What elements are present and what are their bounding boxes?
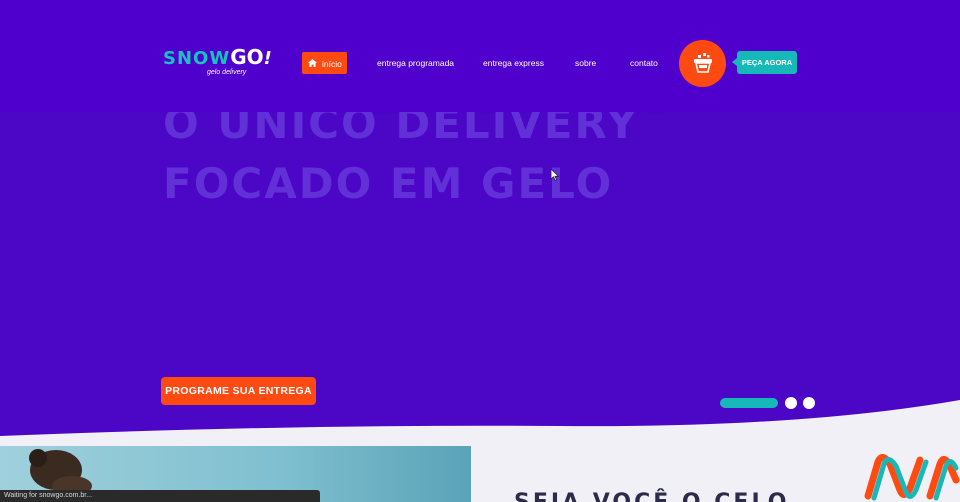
nav-item-sobre[interactable]: sobre	[575, 52, 596, 74]
logo-wordmark: SNOWGO!	[163, 45, 272, 70]
nav-item-entrega-programada[interactable]: entrega programada	[377, 52, 454, 74]
decorative-squiggle	[864, 454, 960, 501]
cart-button[interactable]	[679, 40, 726, 87]
section-title: SEJA VOCÊ O CELO	[514, 490, 789, 502]
order-now-button[interactable]: PEÇA AGORA	[732, 51, 797, 74]
home-icon	[308, 58, 317, 67]
snowgo-logo[interactable]: SNOWGO! gelo delivery	[163, 45, 272, 82]
nav-item-contato[interactable]: contato	[630, 52, 658, 74]
mouse-cursor-icon	[551, 169, 559, 181]
hero-headline-line2: FOCADO EM GELO	[163, 159, 614, 208]
header-band	[0, 0, 960, 112]
hero-headline: O ÚNICO DELIVERY FOCADO EM GELO	[163, 112, 683, 212]
logo-snow: SNOW	[163, 48, 231, 69]
nav-item-label: início	[322, 58, 342, 69]
nav-item-entrega-express[interactable]: entrega express	[483, 52, 544, 74]
logo-tagline: gelo delivery	[207, 69, 247, 76]
ice-bucket-icon	[694, 53, 712, 73]
header-overlap	[160, 98, 640, 112]
nav-item-inicio[interactable]: início	[302, 52, 347, 74]
hero-section: O ÚNICO DELIVERY FOCADO EM GELO SNOWGO! …	[0, 0, 960, 502]
hero-headline-line1: O ÚNICO DELIVERY	[163, 112, 639, 148]
logo-bang: !	[263, 48, 273, 69]
logo-go: GO	[230, 45, 264, 69]
browser-status-bar: Waiting for snowgo.com.br...	[0, 490, 320, 502]
